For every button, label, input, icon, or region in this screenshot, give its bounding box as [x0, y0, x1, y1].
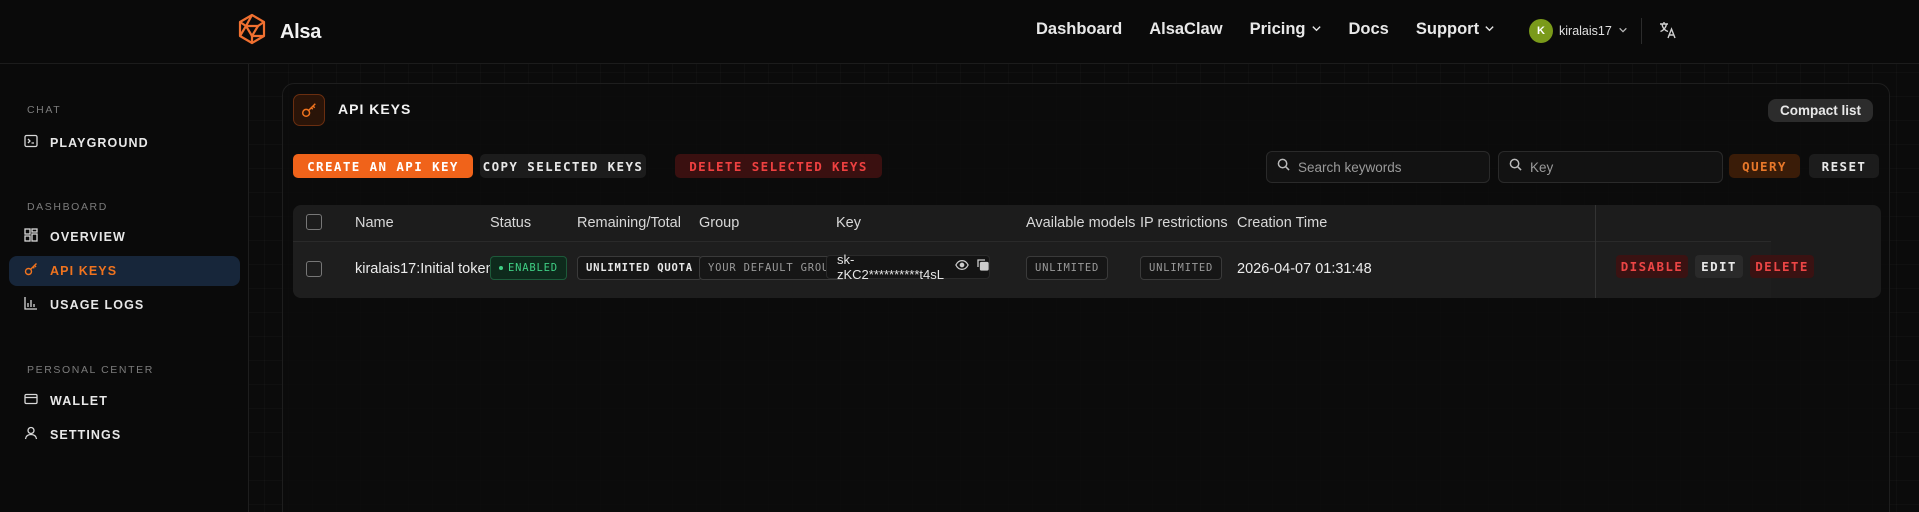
column-header: Available models [1026, 215, 1136, 231]
copy-icon[interactable] [977, 258, 989, 276]
row-checkbox[interactable] [306, 261, 322, 277]
sidebar-item-settings[interactable]: SETTINGS [9, 420, 240, 450]
token-name: kiralais17:Initial token [355, 261, 494, 277]
eye-icon[interactable] [955, 258, 969, 276]
key-input[interactable] [1530, 159, 1670, 175]
column-header: Group [699, 215, 740, 231]
user-icon [24, 426, 38, 445]
api-keys-card: API KEYS Compact list CREATE AN API KEY … [282, 83, 1890, 512]
nav-alsaclaw[interactable]: AlsaClaw [1149, 20, 1222, 39]
sidebar-item-label: USAGE LOGS [50, 298, 145, 312]
select-all-checkbox[interactable] [306, 214, 322, 230]
sidebar-section-title: DASHBOARD [27, 201, 108, 213]
key-icon [24, 262, 38, 281]
page-title: API KEYS [338, 101, 412, 117]
bar-chart-icon [24, 296, 38, 315]
disable-button[interactable]: DISABLE [1616, 255, 1688, 278]
nav-support[interactable]: Support [1416, 20, 1495, 39]
keyword-search [1266, 151, 1490, 183]
copy-selected-keys-button[interactable]: COPY SELECTED KEYS [480, 154, 646, 178]
nav-docs[interactable]: Docs [1349, 20, 1389, 39]
create-api-key-button[interactable]: CREATE AN API KEY [293, 154, 473, 178]
edit-button[interactable]: EDIT [1695, 255, 1743, 278]
header-divider [1641, 18, 1642, 44]
column-header: IP restrictions [1140, 215, 1228, 231]
table-header: Name Status Remaining/Total Group Key Av… [293, 205, 1881, 241]
chevron-down-icon [1618, 22, 1628, 40]
sidebar-item-label: API KEYS [50, 264, 118, 278]
ip-restrictions-badge: UNLIMITED [1140, 256, 1223, 280]
query-button[interactable]: QUERY [1729, 154, 1800, 178]
status-text: ENABLED [508, 262, 558, 274]
group-badge: YOUR DEFAULT GROUP [699, 256, 846, 280]
column-header: Key [836, 215, 861, 231]
nav-dashboard-label: Dashboard [1036, 20, 1123, 38]
sidebar-item-label: OVERVIEW [50, 230, 126, 244]
brand[interactable]: Alsa [234, 12, 321, 53]
playground-icon [24, 134, 38, 153]
status-dot-icon [499, 266, 503, 270]
wallet-icon [24, 392, 38, 411]
nav-pricing[interactable]: Pricing [1250, 20, 1322, 39]
grid-icon [24, 227, 38, 247]
api-key-value: sk-zKC2**********t4sL [837, 252, 944, 282]
nav-alsaclaw-label: AlsaClaw [1149, 20, 1223, 38]
chevron-down-icon [1484, 20, 1495, 39]
table-row: kiralais17:Initial token ENABLED UNLIMIT… [293, 241, 1771, 298]
key-icon [293, 94, 325, 126]
sidebar-item-overview[interactable]: OVERVIEW [9, 222, 240, 252]
top-header: Alsa Dashboard AlsaClaw Pricing Docs Sup… [0, 0, 1919, 64]
nav-dashboard[interactable]: Dashboard [1036, 20, 1122, 39]
delete-selected-keys-button[interactable]: DELETE SELECTED KEYS [675, 154, 882, 178]
sidebar-item-label: PLAYGROUND [50, 136, 149, 150]
sidebar-item-label: SETTINGS [50, 428, 122, 442]
sidebar-item-api-keys[interactable]: API KEYS [9, 256, 240, 286]
logo-icon [234, 12, 270, 53]
column-header: Status [490, 215, 532, 231]
column-header: Name [355, 215, 394, 231]
status-badge: ENABLED [490, 256, 567, 280]
sidebar-section-title: PERSONAL CENTER [27, 364, 154, 376]
nav-docs-label: Docs [1348, 20, 1389, 38]
user-menu[interactable]: K kiralais17 [1529, 19, 1628, 43]
search-icon [1277, 158, 1290, 176]
key-search [1498, 151, 1723, 183]
remaining-quota: UNLIMITED QUOTA [577, 256, 702, 280]
nav-support-label: Support [1415, 20, 1480, 38]
column-header: Creation Time [1237, 215, 1328, 231]
search-icon [1509, 158, 1522, 176]
available-models-badge: UNLIMITED [1026, 256, 1109, 280]
reset-button[interactable]: RESET [1809, 154, 1879, 178]
column-header: Remaining/Total [577, 215, 681, 231]
compact-list-toggle[interactable]: Compact list [1768, 99, 1874, 122]
sidebar-item-wallet[interactable]: WALLET [9, 386, 240, 416]
avatar: K [1529, 19, 1553, 43]
search-keywords-input[interactable] [1298, 159, 1438, 175]
brand-name: Alsa [280, 21, 322, 43]
nav-pricing-label: Pricing [1249, 20, 1306, 38]
sidebar-item-label: WALLET [50, 394, 108, 408]
column-divider [1595, 205, 1596, 298]
main-nav: Dashboard AlsaClaw Pricing Docs Support [1036, 20, 1495, 39]
chevron-down-icon [1311, 20, 1322, 39]
creation-time: 2026-04-07 01:31:48 [1237, 261, 1372, 277]
api-key-field: sk-zKC2**********t4sL [826, 252, 990, 282]
sidebar: CHAT PLAYGROUND DASHBOARD OVERVIEW API K… [0, 64, 249, 512]
api-keys-table: Name Status Remaining/Total Group Key Av… [293, 205, 1881, 298]
language-icon[interactable] [1658, 20, 1678, 45]
sidebar-section-title: CHAT [27, 104, 62, 116]
user-name: kiralais17 [1559, 24, 1612, 38]
sidebar-item-usage-logs[interactable]: USAGE LOGS [9, 290, 240, 320]
sidebar-item-playground[interactable]: PLAYGROUND [9, 128, 240, 158]
delete-button[interactable]: DELETE [1750, 255, 1814, 278]
